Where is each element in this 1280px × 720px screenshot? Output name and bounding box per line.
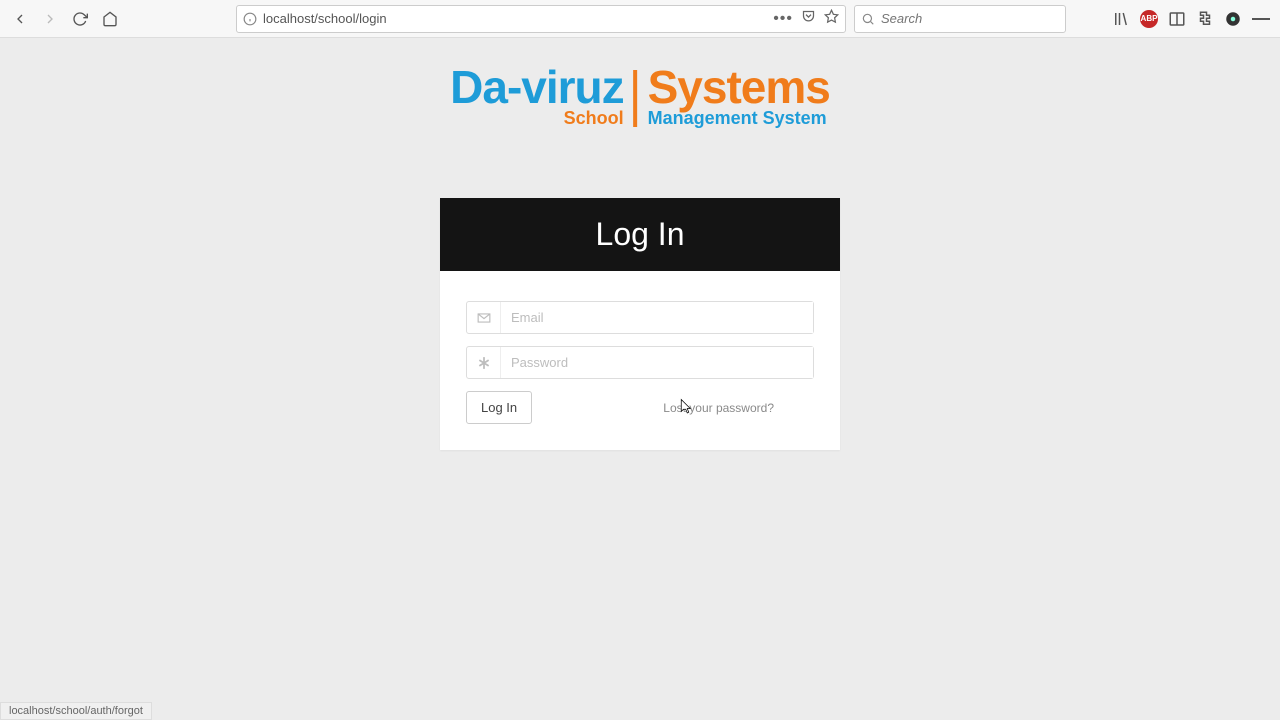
envelope-icon — [467, 302, 501, 333]
browser-toolbar: ••• ABP — [0, 0, 1280, 38]
login-card: Log In Log In Lost your password? — [440, 198, 840, 450]
search-bar[interactable] — [854, 5, 1066, 33]
password-input[interactable] — [501, 347, 813, 378]
logo-tag-right: Management System — [648, 108, 830, 129]
adblock-icon[interactable]: ABP — [1140, 10, 1158, 28]
back-button[interactable] — [6, 5, 34, 33]
password-field-wrapper — [466, 346, 814, 379]
search-input[interactable] — [881, 11, 1059, 26]
site-info-icon[interactable] — [243, 12, 257, 26]
pocket-icon[interactable] — [801, 9, 816, 29]
email-input[interactable] — [501, 302, 813, 333]
hamburger-menu-icon[interactable] — [1252, 10, 1270, 28]
reader-icon[interactable] — [1168, 10, 1186, 28]
status-bar: localhost/school/auth/forgot — [0, 702, 152, 720]
forgot-password-link[interactable]: Lost your password? — [663, 401, 774, 415]
library-icon[interactable] — [1112, 10, 1130, 28]
logo-brand-right: Systems — [648, 66, 830, 110]
reload-button[interactable] — [66, 5, 94, 33]
page-content: Da-viruz School Systems Management Syste… — [0, 38, 1280, 720]
login-button[interactable]: Log In — [466, 391, 532, 424]
home-button[interactable] — [96, 5, 124, 33]
search-icon — [861, 12, 875, 26]
extension-icon[interactable] — [1196, 10, 1214, 28]
page-actions-icon[interactable]: ••• — [773, 10, 793, 28]
forward-button[interactable] — [36, 5, 64, 33]
asterisk-icon — [467, 347, 501, 378]
profile-icon[interactable] — [1224, 10, 1242, 28]
app-logo: Da-viruz School Systems Management Syste… — [450, 66, 830, 129]
login-heading: Log In — [440, 198, 840, 271]
address-bar-actions: ••• — [773, 9, 839, 29]
url-input[interactable] — [263, 11, 767, 26]
logo-brand-left: Da-viruz — [450, 66, 623, 110]
email-field-wrapper — [466, 301, 814, 334]
address-bar[interactable]: ••• — [236, 5, 846, 33]
bookmark-star-icon[interactable] — [824, 9, 839, 29]
toolbar-extensions: ABP — [1112, 10, 1274, 28]
